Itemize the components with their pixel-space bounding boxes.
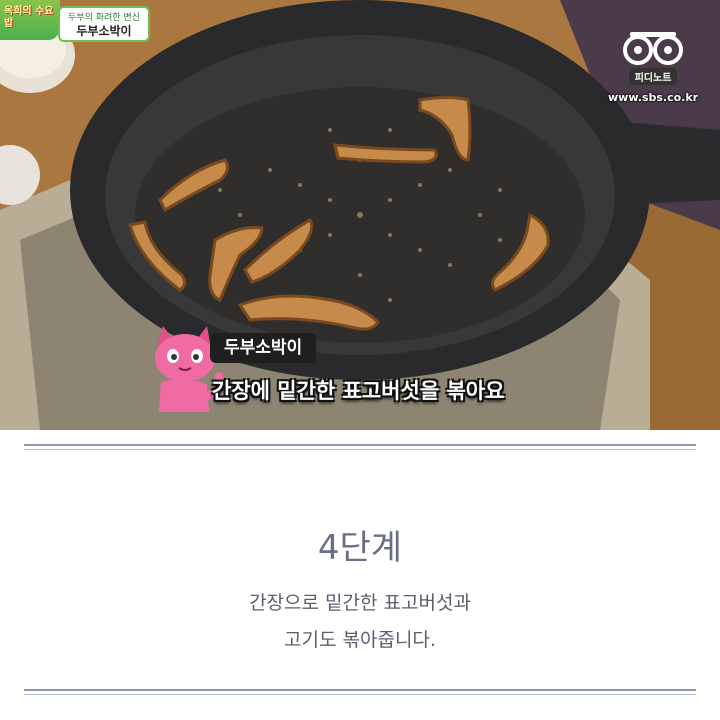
broadcaster-watermark: 피디노트 www.sbs.co.kr — [608, 30, 698, 104]
show-logo-text: 옥희의 수요밥 — [4, 6, 54, 29]
top-divider — [24, 444, 696, 450]
caption-tag: 두부소박이 — [210, 333, 317, 363]
watermark-url: www.sbs.co.kr — [608, 91, 699, 104]
episode-title: 두부소박이 — [76, 24, 132, 38]
step-description-line-2: 고기도 볶아줍니다. — [284, 629, 436, 651]
step-description-line-1: 간장으로 밑간한 표고버섯과 — [249, 592, 471, 614]
caption-main: 간장에 밑간한 표고버섯을 볶아요 — [212, 379, 505, 403]
cooking-photo: 옥희의 수요밥 두부의 화려한 변신 두부소박이 피디노트 www.sbs.co… — [0, 0, 720, 430]
show-logo: 옥희의 수요밥 — [0, 0, 60, 40]
step-title: 4단계 — [317, 528, 403, 568]
episode-title-box: 두부의 화려한 변신 두부소박이 — [58, 6, 150, 42]
watermark-brand: 피디노트 — [628, 68, 678, 85]
pd-note-eyes-icon — [623, 32, 683, 65]
bottom-divider — [24, 689, 696, 695]
